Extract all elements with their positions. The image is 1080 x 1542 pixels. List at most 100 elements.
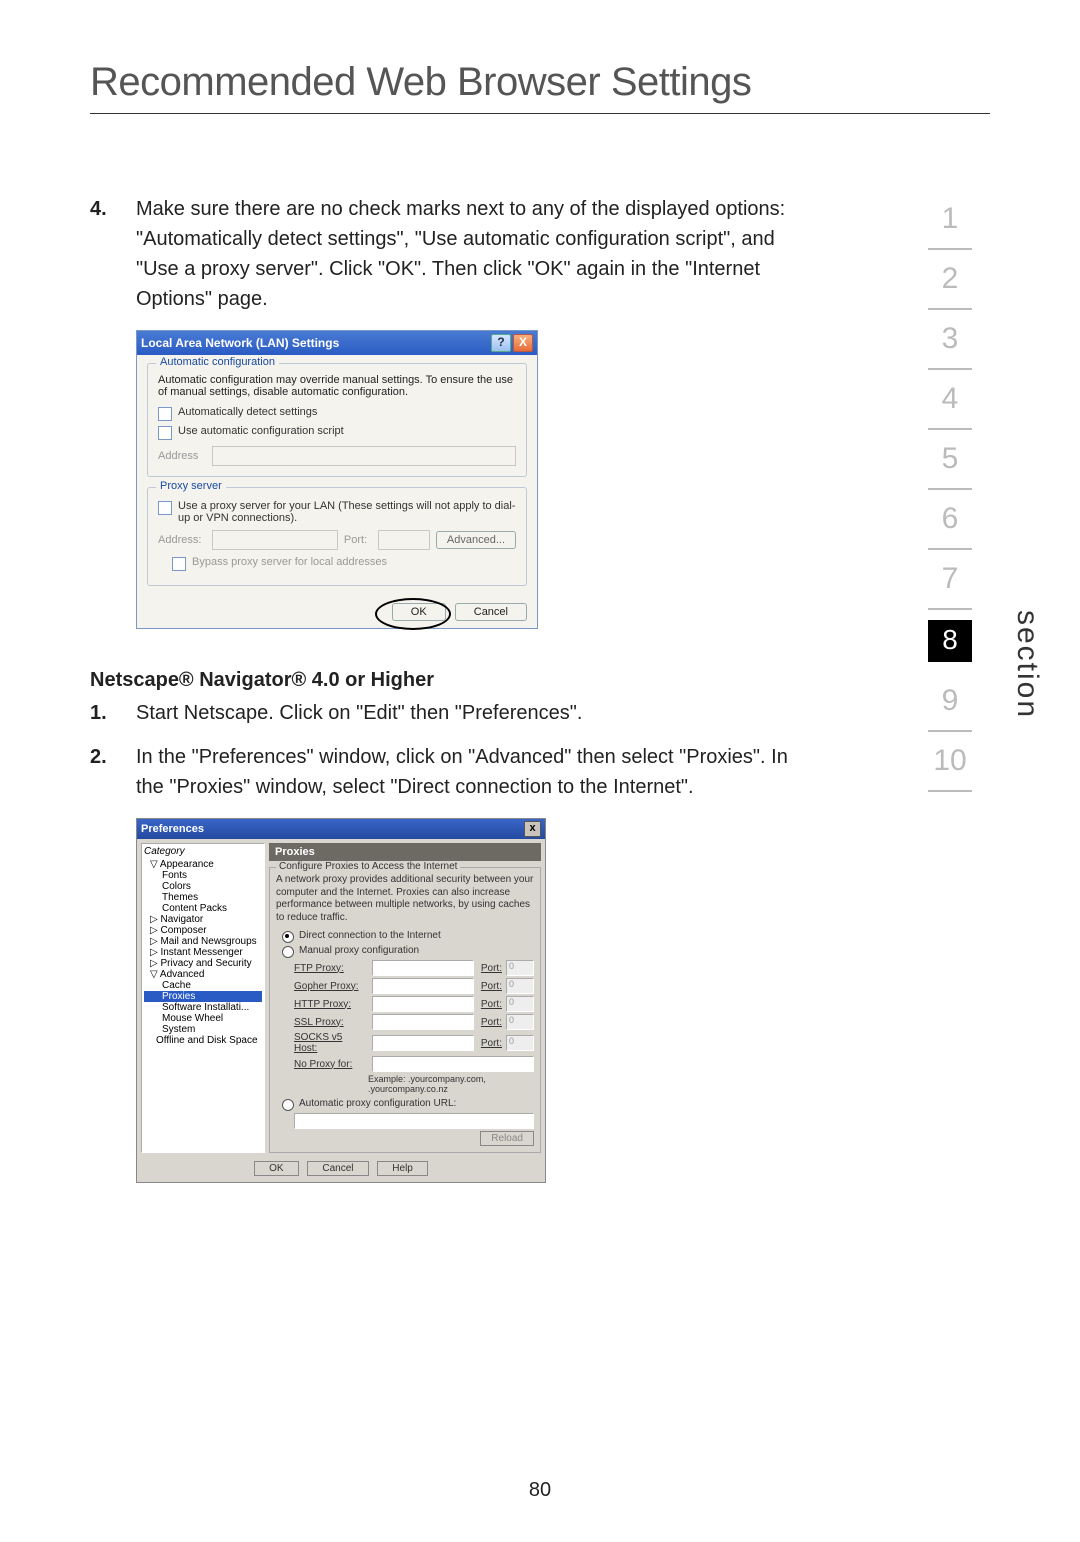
section-nav-item-3[interactable]: 3 — [928, 310, 972, 370]
checkbox-auto-script[interactable]: Use automatic configuration script — [158, 425, 516, 440]
tree-offline[interactable]: Offline and Disk Space — [144, 1035, 262, 1046]
checkbox-icon — [158, 501, 172, 515]
pref-title: Preferences — [141, 823, 524, 835]
lan-settings-dialog: Local Area Network (LAN) Settings ? X Au… — [136, 330, 538, 629]
noproxy-label: No Proxy for: — [294, 1059, 368, 1070]
ok-button[interactable]: OK — [392, 603, 446, 621]
step-4: 4. Make sure there are no check marks ne… — [90, 194, 790, 314]
fieldset-legend: Configure Proxies to Access the Internet — [276, 861, 460, 872]
reload-button[interactable]: Reload — [480, 1131, 534, 1146]
gopher-port-input[interactable]: 0 — [506, 978, 534, 994]
http-port-input[interactable]: 0 — [506, 996, 534, 1012]
checkbox-bypass[interactable]: Bypass proxy server for local addresses — [172, 556, 516, 571]
checkbox-auto-script-label: Use automatic configuration script — [178, 425, 344, 437]
row-gopher: Gopher Proxy: Port: 0 — [294, 978, 534, 994]
help-icon[interactable]: ? — [491, 334, 511, 352]
pref-cancel-button[interactable]: Cancel — [307, 1161, 368, 1176]
section-nav-item-9[interactable]: 9 — [928, 672, 972, 732]
checkbox-auto-detect-label: Automatically detect settings — [178, 406, 317, 418]
section-nav-item-7[interactable]: 7 — [928, 550, 972, 610]
checkbox-use-proxy-label: Use a proxy server for your LAN (These s… — [178, 500, 516, 524]
section-nav-item-2[interactable]: 2 — [928, 250, 972, 310]
radio-icon — [282, 931, 294, 943]
netscape-step-1-text: Start Netscape. Click on "Edit" then "Pr… — [136, 698, 790, 728]
tree-colors[interactable]: Colors — [144, 881, 262, 892]
netscape-step-2: 2. In the "Preferences" window, click on… — [90, 742, 790, 802]
section-nav-item-6[interactable]: 6 — [928, 490, 972, 550]
lan-titlebar: Local Area Network (LAN) Settings ? X — [137, 331, 537, 355]
radio-icon — [282, 946, 294, 958]
proxy-legend: Proxy server — [156, 480, 226, 492]
tree-software[interactable]: Software Installati... — [144, 1002, 262, 1013]
row-noproxy: No Proxy for: — [294, 1056, 534, 1072]
ftp-input[interactable] — [372, 960, 474, 976]
port-label: Port: — [478, 999, 502, 1010]
proxy-server-group: Proxy server Use a proxy server for your… — [147, 487, 527, 586]
checkbox-icon — [158, 426, 172, 440]
tree-navigator[interactable]: ▷ Navigator — [144, 914, 262, 925]
section-nav-item-4[interactable]: 4 — [928, 370, 972, 430]
row-auto-url — [294, 1113, 534, 1129]
section-nav-item-8[interactable]: 8 — [928, 620, 972, 662]
cancel-button[interactable]: Cancel — [455, 603, 527, 621]
ssl-port-input[interactable]: 0 — [506, 1014, 534, 1030]
auto-config-desc: Automatic configuration may override man… — [158, 374, 516, 398]
tree-advanced[interactable]: ▽ Advanced — [144, 969, 262, 980]
radio-auto-url[interactable]: Automatic proxy configuration URL: — [282, 1098, 534, 1111]
category-label: Category — [144, 846, 262, 857]
proxy-port-input[interactable] — [378, 530, 430, 550]
pref-titlebar: Preferences x — [137, 819, 545, 839]
socks-port-input[interactable]: 0 — [506, 1035, 534, 1051]
tree-composer[interactable]: ▷ Composer — [144, 925, 262, 936]
fieldset-desc: A network proxy provides additional secu… — [276, 874, 534, 924]
checkbox-use-proxy[interactable]: Use a proxy server for your LAN (These s… — [158, 500, 516, 524]
address-label: Address — [158, 450, 206, 462]
tree-instant-messenger[interactable]: ▷ Instant Messenger — [144, 947, 262, 958]
tree-cache[interactable]: Cache — [144, 980, 262, 991]
checkbox-auto-detect[interactable]: Automatically detect settings — [158, 406, 516, 421]
lan-title: Local Area Network (LAN) Settings — [141, 336, 489, 350]
auto-url-input[interactable] — [294, 1113, 534, 1129]
socks-input[interactable] — [372, 1035, 474, 1051]
radio-auto-url-label: Automatic proxy configuration URL: — [299, 1098, 456, 1109]
netscape-step-2-text: In the "Preferences" window, click on "A… — [136, 742, 790, 802]
step-4-number: 4. — [90, 194, 136, 314]
row-http: HTTP Proxy: Port: 0 — [294, 996, 534, 1012]
example-text: Example: .yourcompany.com, .yourcompany.… — [368, 1074, 534, 1094]
close-icon[interactable]: X — [513, 334, 533, 352]
section-nav-item-10[interactable]: 10 — [928, 732, 972, 792]
radio-manual[interactable]: Manual proxy configuration — [282, 945, 534, 958]
pane-title: Proxies — [269, 843, 541, 861]
ssl-input[interactable] — [372, 1014, 474, 1030]
tree-content-packs[interactable]: Content Packs — [144, 903, 262, 914]
pref-ok-button[interactable]: OK — [254, 1161, 298, 1176]
configure-proxies-group: Configure Proxies to Access the Internet… — [269, 867, 541, 1153]
netscape-heading: Netscape® Navigator® 4.0 or Higher — [90, 669, 790, 692]
pref-help-button[interactable]: Help — [377, 1161, 428, 1176]
address-input[interactable] — [212, 446, 516, 466]
radio-direct[interactable]: Direct connection to the Internet — [282, 930, 534, 943]
port-label: Port: — [478, 963, 502, 974]
gopher-input[interactable] — [372, 978, 474, 994]
tree-mouse-wheel[interactable]: Mouse Wheel — [144, 1013, 262, 1024]
tree-system[interactable]: System — [144, 1024, 262, 1035]
ftp-port-input[interactable]: 0 — [506, 960, 534, 976]
section-nav-item-5[interactable]: 5 — [928, 430, 972, 490]
noproxy-input[interactable] — [372, 1056, 534, 1072]
tree-privacy[interactable]: ▷ Privacy and Security — [144, 958, 262, 969]
checkbox-bypass-label: Bypass proxy server for local addresses — [192, 556, 387, 568]
advanced-button[interactable]: Advanced... — [436, 531, 516, 549]
tree-themes[interactable]: Themes — [144, 892, 262, 903]
section-nav-item-1[interactable]: 1 — [928, 190, 972, 250]
category-tree[interactable]: Category ▽ Appearance Fonts Colors Theme… — [141, 843, 265, 1153]
http-input[interactable] — [372, 996, 474, 1012]
proxy-address-input[interactable] — [212, 530, 338, 550]
tree-mail[interactable]: ▷ Mail and Newsgroups — [144, 936, 262, 947]
ssl-label: SSL Proxy: — [294, 1017, 368, 1028]
close-icon[interactable]: x — [524, 821, 541, 837]
tree-fonts[interactable]: Fonts — [144, 870, 262, 881]
tree-appearance[interactable]: ▽ Appearance — [144, 859, 262, 870]
step-4-text: Make sure there are no check marks next … — [136, 194, 790, 314]
socks-label: SOCKS v5 Host: — [294, 1032, 368, 1054]
tree-proxies[interactable]: Proxies — [144, 991, 262, 1002]
